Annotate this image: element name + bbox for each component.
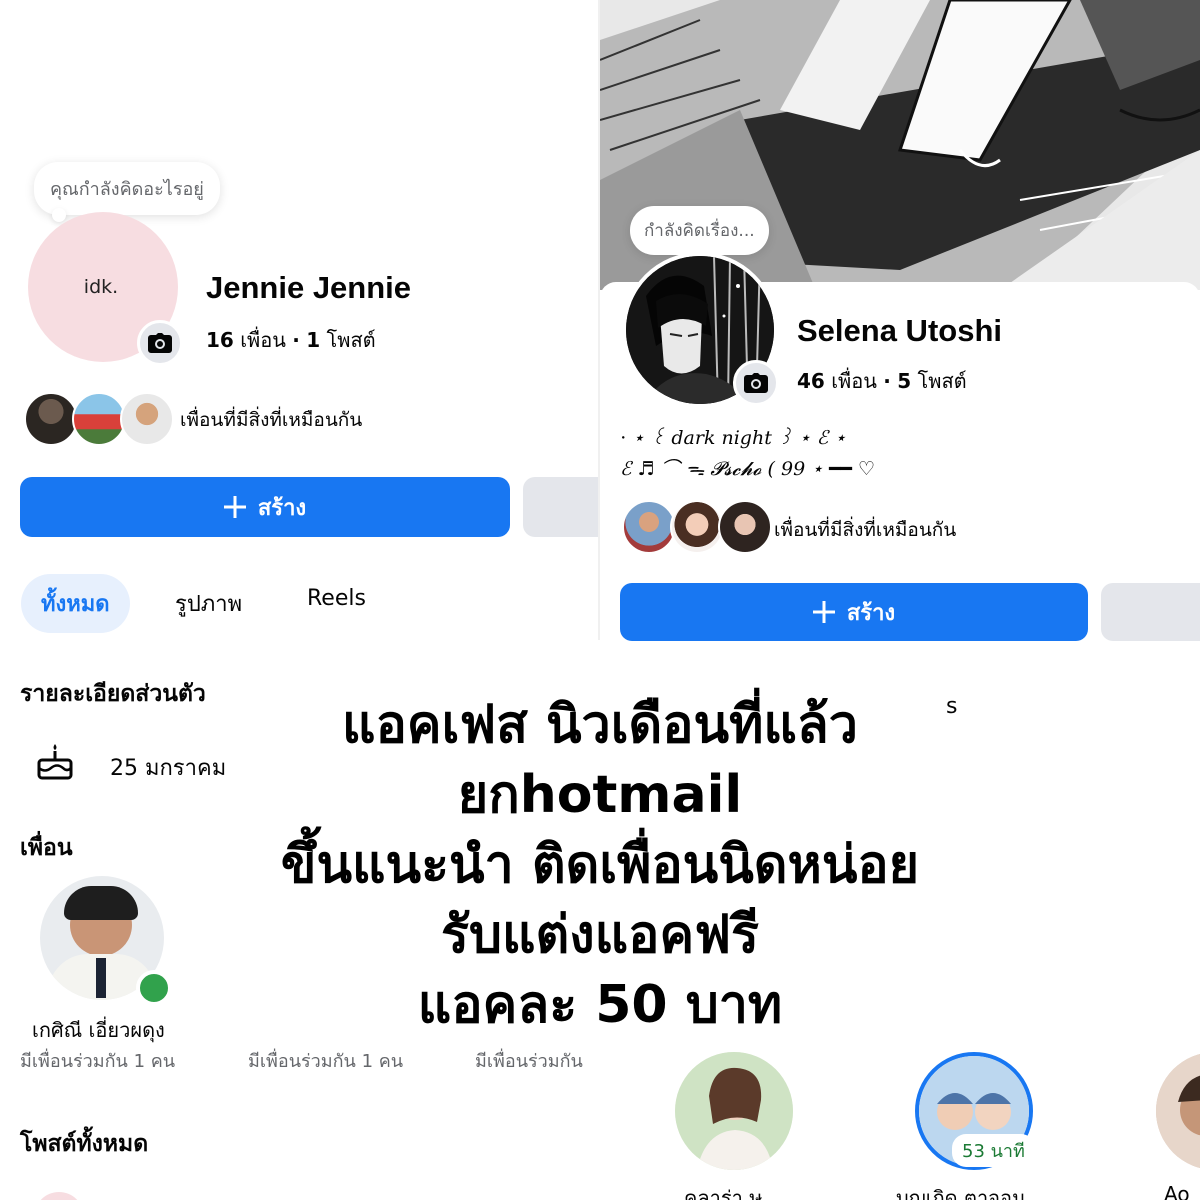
tab-all[interactable]: ทั้งหมด [21, 574, 130, 633]
friends-label: เพื่อน [831, 369, 877, 393]
stats-separator: · [883, 369, 891, 393]
camera-icon [148, 333, 172, 353]
create-button[interactable]: สร้าง [20, 477, 510, 537]
mutual-friends-row[interactable]: เพื่อนที่มีสิ่งที่เหมือนกัน [622, 500, 1182, 554]
story-avatar-1[interactable] [675, 1052, 793, 1170]
mutual-count-3: มีเพื่อนร่วมกัน [475, 1051, 583, 1072]
friends-label: เพื่อน [240, 328, 286, 352]
story-time-badge: 53 นาที [952, 1134, 1035, 1167]
bio-line-2: ℰ ♬ ⌒ ᯓ 𝓟𝓼𝓬𝓱𝓸 ( 99 ⋆ ━━ ♡ [620, 458, 876, 480]
caption-line-1: แอคเฟส นิวเดือนที่แล้ว [342, 695, 858, 755]
mutual-friend-avatar [718, 500, 772, 554]
profile-stats: 16 เพื่อน · 1 โพสต์ [206, 324, 376, 356]
caption-line-2: ยกhotmail [457, 765, 743, 825]
mutual-count-1: มีเพื่อนร่วมกัน 1 คน [20, 1051, 176, 1072]
change-photo-button[interactable] [137, 320, 183, 366]
caption-line-4: รับแต่งแอคฟรี [441, 905, 759, 965]
avatar-text: idk. [83, 276, 119, 298]
details-title: รายละเอียดส่วนตัว [20, 681, 206, 707]
profile-stats: 46 เพื่อน · 5 โพสต์ [797, 365, 967, 397]
friend-tie [96, 958, 106, 998]
create-button-label: สร้าง [846, 600, 896, 626]
edit-profile-button[interactable] [523, 477, 600, 537]
friends-title: เพื่อน [20, 835, 73, 861]
mutual-friends-row[interactable]: เพื่อนที่มีสิ่งที่เหมือนกัน [24, 392, 584, 446]
posts-count: 5 [897, 369, 912, 393]
story-name-3: Ao [1164, 1182, 1190, 1200]
mutual-friend-avatar [670, 500, 724, 554]
panel-divider [598, 0, 600, 640]
posts-count: 1 [306, 328, 321, 352]
story-name-1: คลาร่า ษ [684, 1186, 763, 1200]
create-button[interactable]: สร้าง [620, 583, 1088, 641]
plus-icon [223, 496, 246, 518]
birthday-cake-icon [37, 744, 73, 780]
status-prompt-text: คุณกำลังคิดอะไรอยู่ [50, 179, 204, 200]
story-name-2: บุญเกิด ตาจอม [896, 1186, 1026, 1200]
caption-line-5: แอคละ 50 บาท [417, 975, 783, 1035]
status-prompt-bubble[interactable]: คุณกำลังคิดอะไรอยู่ [34, 162, 220, 215]
camera-icon [744, 373, 768, 393]
plus-icon [812, 601, 835, 623]
posts-label: โพสต์ [326, 328, 376, 352]
online-status-dot [136, 970, 172, 1006]
bubble-tail [52, 208, 66, 222]
edit-profile-button[interactable] [1101, 583, 1200, 641]
tab-photos[interactable]: รูปภาพ [155, 574, 262, 633]
caption-line-3: ขึ้นแนะนำ ติดเพื่อนนิดหน่อย [280, 835, 920, 895]
profile-name: Selena Utoshi [797, 313, 1002, 348]
status-prompt-text: กำลังคิดเรื่อง... [644, 221, 755, 241]
tab-reels[interactable]: Reels [287, 574, 386, 623]
status-prompt-bubble[interactable]: กำลังคิดเรื่อง... [630, 206, 769, 255]
change-photo-button[interactable] [733, 360, 779, 406]
post-author-avatar [34, 1192, 84, 1200]
overlay-caption: แอคเฟส นิวเดือนที่แล้ว ยกhotmail ขึ้นแนะ… [220, 690, 980, 1040]
friend-name[interactable]: เกศิณี เอี่ยวผดุง [32, 1014, 165, 1046]
all-posts-title: โพสต์ทั้งหมด [20, 1131, 149, 1157]
birthday-text: 25 มกราคม [110, 756, 227, 781]
friends-count: 16 [206, 328, 234, 352]
mutual-friends-label: เพื่อนที่มีสิ่งที่เหมือนกัน [774, 519, 957, 541]
create-button-label: สร้าง [257, 495, 307, 521]
mutual-friend-avatar [622, 500, 676, 554]
mutual-friends-label: เพื่อนที่มีสิ่งที่เหมือนกัน [180, 409, 363, 431]
mutual-friend-avatar [72, 392, 126, 446]
story-photo-1 [675, 1052, 793, 1170]
friends-count: 46 [797, 369, 825, 393]
mutual-count-2: มีเพื่อนร่วมกัน 1 คน [248, 1051, 404, 1072]
mutual-friend-avatar [24, 392, 78, 446]
stats-separator: · [292, 328, 300, 352]
mutual-friend-avatar [120, 392, 174, 446]
friend-hair [64, 886, 138, 920]
profile-name: Jennie Jennie [206, 270, 412, 305]
bio-line-1: ⋅ ⋆ ꒰ dark night ꒱ ⋆ ℰ ⋆ [620, 427, 847, 449]
posts-label: โพสต์ [917, 369, 967, 393]
